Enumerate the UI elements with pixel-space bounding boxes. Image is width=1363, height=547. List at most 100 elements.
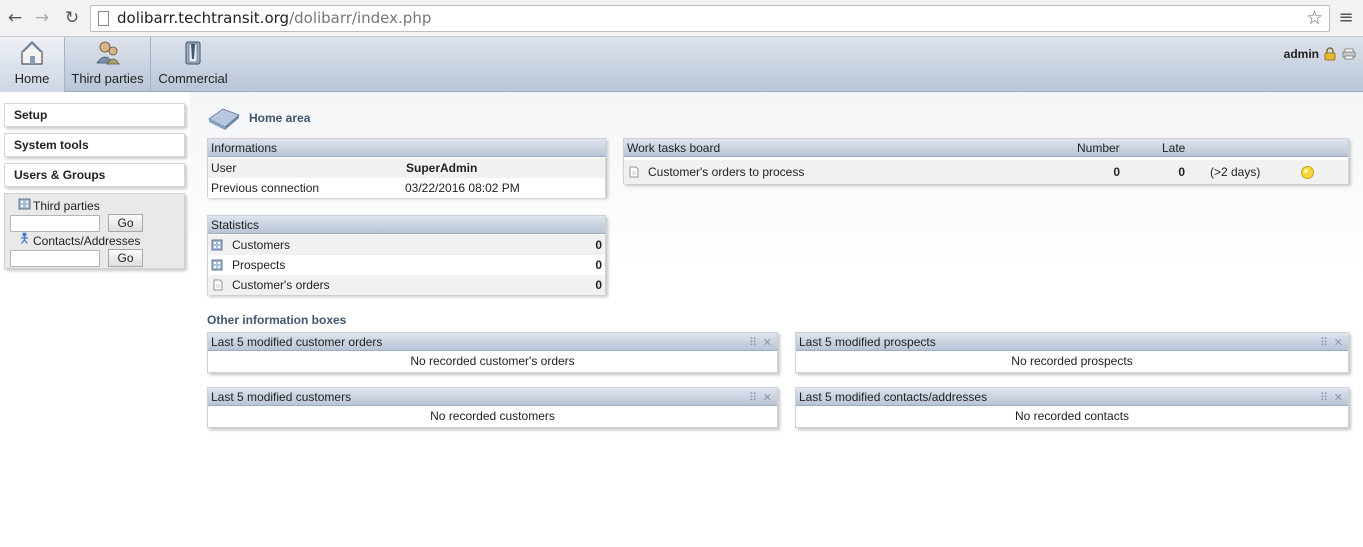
info-previous-connection-value: 03/22/2016 08:02 PM (405, 181, 520, 195)
info-user-value[interactable]: SuperAdmin (406, 161, 477, 175)
box-title: Last 5 modified customer orders (211, 335, 383, 349)
box-title: Last 5 modified customers (211, 390, 352, 404)
left-menu-users-groups[interactable]: Users & Groups (4, 163, 185, 187)
statistics-box: Statistics Customers 0 Prospects 0 Custo… (207, 215, 606, 295)
url-text: dolibarr.techtransit.org/dolibarr/index.… (117, 9, 432, 27)
work-task-delay: (>2 days) (1210, 165, 1261, 179)
quick-search-box: Third parties Go Contacts/Addresses Go (4, 193, 185, 269)
box-empty-message: No recorded prospects (1011, 354, 1133, 368)
hamburger-menu-icon[interactable]: ≡ (1338, 8, 1354, 28)
print-icon[interactable] (1342, 48, 1356, 60)
left-menu-system-tools[interactable]: System tools (4, 133, 185, 157)
box-last-customers: Last 5 modified customers ⠿ ✕ No recorde… (207, 387, 778, 428)
bookmark-star-icon[interactable]: ☆ (1306, 7, 1323, 29)
third-parties-icon (95, 41, 120, 65)
logout-lock-icon[interactable] (1324, 47, 1336, 61)
drag-handle-icon[interactable]: ⠿ (749, 336, 757, 349)
close-icon[interactable]: ✕ (1334, 336, 1343, 349)
left-menu-setup-label: Setup (14, 108, 48, 122)
box-header: Last 5 modified customers ⠿ ✕ (208, 388, 777, 406)
top-menu-home-label: Home (14, 71, 50, 86)
work-tasks-title: Work tasks board (627, 141, 721, 155)
status-ok-bulb-icon (1301, 166, 1314, 179)
box-last-prospects: Last 5 modified prospects ⠿ ✕ No recorde… (795, 332, 1349, 373)
box-title: Last 5 modified contacts/addresses (799, 390, 988, 404)
building-icon (211, 259, 223, 271)
info-user-label: User (211, 161, 237, 175)
stat-customers-label[interactable]: Customers (232, 238, 290, 252)
work-tasks-col-number: Number (1077, 141, 1120, 155)
left-menu-setup[interactable]: Setup (4, 103, 185, 127)
search-thirdparties-go-button[interactable]: Go (108, 214, 143, 232)
reload-icon[interactable]: ↻ (61, 7, 83, 29)
search-contacts-label: Contacts/Addresses (33, 234, 141, 248)
box-empty-message: No recorded customers (430, 409, 555, 423)
building-icon (18, 198, 31, 210)
box-header: Last 5 modified contacts/addresses ⠿ ✕ (796, 388, 1348, 406)
work-tasks-board: Work tasks board Number Late Customer's … (623, 138, 1349, 184)
browser-toolbar: ← → ↻ dolibarr.techtransit.org/dolibarr/… (0, 0, 1363, 37)
top-menu-commercial-label: Commercial (158, 71, 228, 86)
informations-title: Informations (211, 141, 278, 155)
building-icon (211, 239, 223, 251)
box-header: Last 5 modified prospects ⠿ ✕ (796, 333, 1348, 351)
drag-handle-icon[interactable]: ⠿ (1320, 391, 1328, 404)
login-username[interactable]: admin (1284, 47, 1319, 61)
back-arrow-icon[interactable]: ← (4, 7, 26, 29)
info-previous-connection-label: Previous connection (211, 181, 320, 195)
work-task-late: 0 (1178, 165, 1185, 179)
document-icon (629, 166, 639, 178)
stat-row-customer-orders[interactable]: Customer's orders 0 (208, 275, 605, 295)
search-contacts-input[interactable] (10, 250, 100, 267)
work-task-row[interactable]: Customer's orders to process 0 0 (>2 day… (624, 160, 1348, 184)
search-thirdparties-input[interactable] (10, 215, 100, 232)
box-last-customer-orders: Last 5 modified customer orders ⠿ ✕ No r… (207, 332, 778, 373)
box-empty-message: No recorded customer's orders (410, 354, 575, 368)
stat-prospects-value: 0 (595, 258, 602, 272)
statistics-header: Statistics (208, 216, 605, 234)
contact-person-icon (21, 232, 28, 244)
stat-customers-value: 0 (595, 238, 602, 252)
left-menu-system-tools-label: System tools (14, 138, 89, 152)
page-title: Home area (249, 111, 311, 125)
home-icon (21, 41, 43, 65)
top-menu-third-parties[interactable]: Third parties (65, 37, 151, 92)
box-last-contacts: Last 5 modified contacts/addresses ⠿ ✕ N… (795, 387, 1349, 428)
stat-prospects-label[interactable]: Prospects (232, 258, 285, 272)
close-icon[interactable]: ✕ (763, 391, 772, 404)
box-empty-message: No recorded contacts (1014, 409, 1130, 423)
left-menu-users-groups-label: Users & Groups (14, 168, 106, 182)
close-icon[interactable]: ✕ (1334, 391, 1343, 404)
top-menu-third-parties-label: Third parties (71, 71, 144, 86)
info-row-previous-connection: Previous connection 03/22/2016 08:02 PM (208, 178, 605, 198)
forward-arrow-icon[interactable]: → (31, 7, 53, 29)
box-header: Last 5 modified customer orders ⠿ ✕ (208, 333, 777, 351)
work-tasks-header: Work tasks board Number Late (624, 139, 1348, 157)
info-row-user: User SuperAdmin (208, 158, 605, 178)
search-contacts-go-button[interactable]: Go (108, 249, 143, 267)
drag-handle-icon[interactable]: ⠿ (1320, 336, 1328, 349)
close-icon[interactable]: ✕ (763, 336, 772, 349)
top-menu-home[interactable]: Home (0, 37, 65, 92)
page-icon (98, 11, 109, 26)
document-icon (213, 279, 223, 291)
work-task-number: 0 (1113, 165, 1120, 179)
address-bar[interactable]: dolibarr.techtransit.org/dolibarr/index.… (90, 5, 1330, 32)
stat-customer-orders-value: 0 (595, 278, 602, 292)
top-menu-commercial[interactable]: Commercial (151, 37, 235, 92)
stat-customer-orders-label[interactable]: Customer's orders (232, 278, 330, 292)
search-thirdparties-label: Third parties (33, 199, 100, 213)
drag-handle-icon[interactable]: ⠿ (749, 391, 757, 404)
stat-row-prospects[interactable]: Prospects 0 (208, 255, 605, 275)
box-title: Last 5 modified prospects (799, 335, 936, 349)
informations-box: Informations User SuperAdmin Previous co… (207, 138, 606, 198)
commercial-icon (185, 41, 201, 65)
stat-row-customers[interactable]: Customers 0 (208, 235, 605, 255)
work-task-label[interactable]: Customer's orders to process (648, 165, 804, 179)
home-area-icon (208, 108, 240, 130)
statistics-title: Statistics (211, 218, 260, 232)
other-info-boxes-title: Other information boxes (207, 313, 347, 327)
top-menu-bar: Home Third parties Commercial admin (0, 37, 1363, 92)
informations-header: Informations (208, 139, 605, 157)
work-tasks-col-late: Late (1162, 141, 1186, 155)
